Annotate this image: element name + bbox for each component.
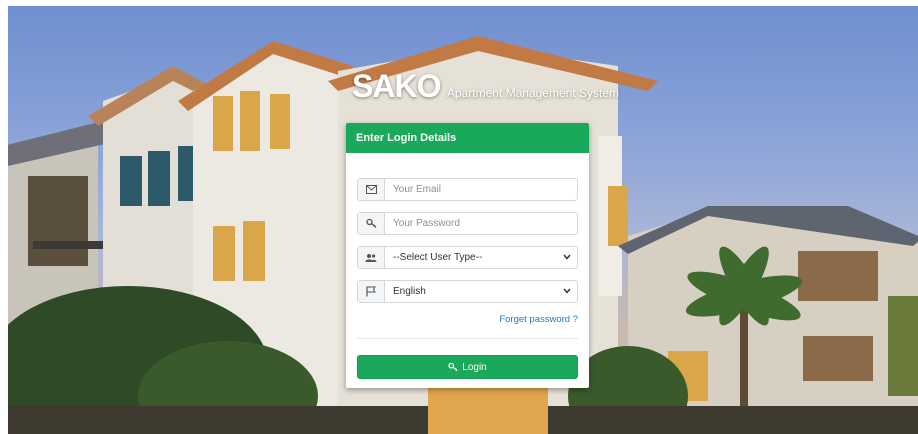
user-type-dropdown[interactable]: --Select User Type-- bbox=[385, 247, 577, 268]
login-button-label: Login bbox=[462, 361, 487, 373]
language-dropdown[interactable]: English bbox=[385, 281, 577, 302]
login-button[interactable]: Login bbox=[357, 355, 578, 379]
brand-tagline: Apartment Management System bbox=[446, 86, 619, 100]
password-input[interactable] bbox=[385, 213, 577, 234]
login-card-header: Enter Login Details bbox=[346, 123, 589, 153]
chevron-down-icon bbox=[563, 288, 571, 294]
brand-title: SAKO Apartment Management System bbox=[352, 68, 619, 105]
brand-name: SAKO bbox=[352, 68, 441, 104]
login-card: Enter Login Details --Select User Type--… bbox=[346, 123, 589, 388]
forgot-password-link[interactable]: Forget password ? bbox=[499, 314, 578, 325]
password-field[interactable] bbox=[357, 212, 578, 235]
email-input[interactable] bbox=[385, 179, 577, 200]
user-type-select[interactable]: --Select User Type-- bbox=[357, 246, 578, 269]
flag-icon bbox=[358, 281, 385, 302]
users-icon bbox=[358, 247, 385, 268]
email-field[interactable] bbox=[357, 178, 578, 201]
envelope-icon bbox=[358, 179, 385, 200]
divider bbox=[357, 338, 578, 339]
key-icon bbox=[358, 213, 385, 234]
chevron-down-icon bbox=[563, 254, 571, 260]
key-icon bbox=[448, 362, 458, 372]
language-select[interactable]: English bbox=[357, 280, 578, 303]
